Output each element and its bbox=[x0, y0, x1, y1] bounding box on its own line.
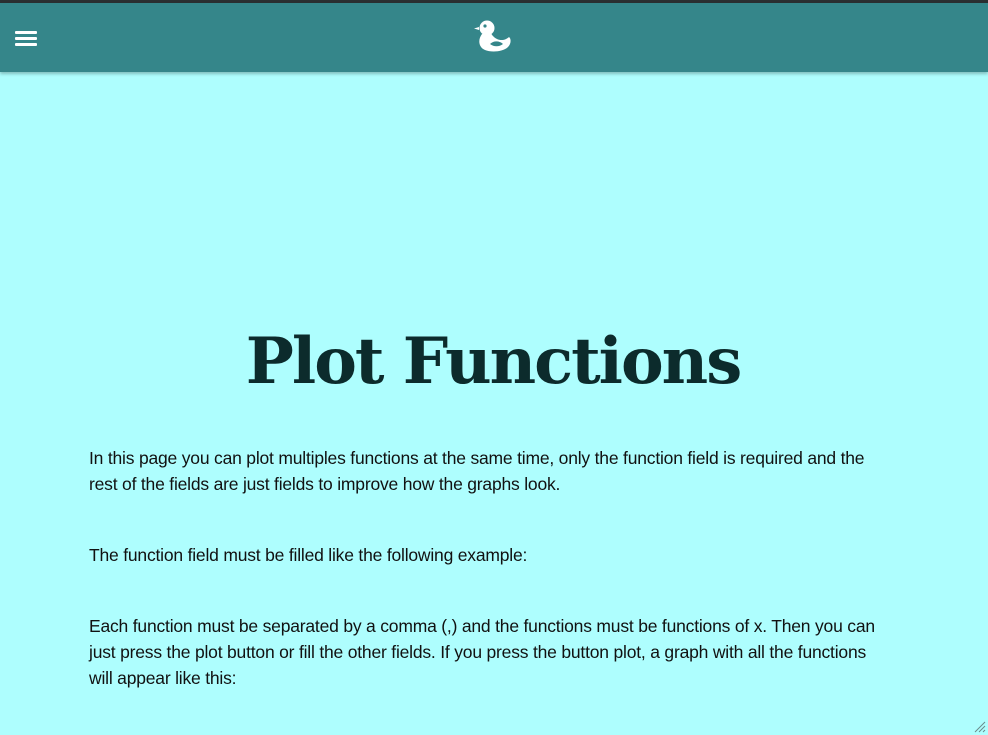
function-field-paragraph: The function field must be filled like t… bbox=[89, 545, 528, 565]
instructions-paragraph: Each function must be separated by a com… bbox=[89, 616, 875, 688]
intro-paragraph: In this page you can plot multiples func… bbox=[89, 448, 865, 494]
resize-grip-icon[interactable] bbox=[974, 721, 986, 733]
hamburger-menu-icon[interactable] bbox=[15, 28, 37, 48]
duck-logo-icon[interactable] bbox=[473, 17, 513, 55]
page-title: Plot Functions bbox=[245, 324, 742, 399]
navbar bbox=[0, 3, 988, 72]
